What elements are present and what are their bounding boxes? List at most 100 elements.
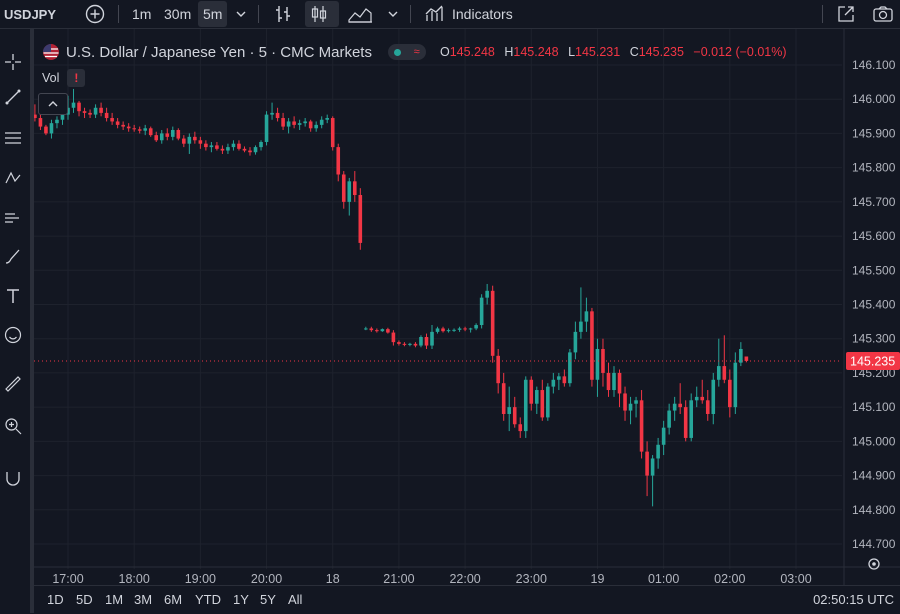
candle-body [341, 174, 346, 202]
fullscreen-icon[interactable] [836, 0, 856, 28]
candle-body [209, 145, 214, 148]
indicators-button[interactable]: Indicators [424, 0, 513, 28]
candle-body [518, 424, 523, 432]
symbol-search[interactable]: USDJPY [4, 0, 56, 28]
candle-body [82, 111, 87, 113]
candle-body [490, 290, 495, 356]
compare-add-icon[interactable] [84, 0, 106, 28]
candle-body [546, 386, 550, 418]
range-1d[interactable]: 1D [47, 592, 64, 607]
last-price-label: 145.235 [850, 354, 895, 368]
market-status-badge[interactable]: ≈ [387, 44, 426, 60]
toolbar-divider [822, 5, 823, 23]
candle-body [507, 407, 512, 414]
interval-dropdown-chevron-icon[interactable] [234, 0, 248, 28]
candle-body [573, 331, 578, 353]
range-5y[interactable]: 5Y [260, 592, 276, 607]
close-value: 145.235 [638, 45, 684, 59]
candle-body [435, 328, 440, 332]
candle-body [182, 138, 186, 144]
trend-line-icon[interactable] [0, 84, 26, 110]
candle-body [424, 337, 429, 346]
candle-body [623, 393, 627, 411]
candle-body [744, 356, 749, 361]
brush-icon[interactable] [0, 243, 26, 269]
x-tick-label: 17:00 [52, 572, 83, 585]
bar-chart-icon[interactable] [273, 0, 293, 28]
price-chart[interactable]: 146.100 146.000 145.900 145.800 145.700 145.6… [34, 29, 900, 585]
y-tick-label: 145.600 [852, 229, 896, 243]
candle-body [430, 331, 434, 346]
ruler-icon[interactable] [0, 371, 26, 397]
candle-body [242, 148, 247, 151]
candle-body [716, 366, 721, 380]
open-label: O [439, 45, 450, 59]
candle-body [590, 311, 594, 380]
candle-body [121, 124, 125, 127]
candle-body [523, 379, 528, 432]
interval-5m[interactable]: 5m [198, 1, 228, 27]
candle-body [733, 362, 738, 408]
forecast-icon[interactable] [0, 205, 26, 231]
interval-1m[interactable]: 1m [127, 0, 156, 28]
interval-30m[interactable]: 30m [159, 0, 196, 28]
range-3m[interactable]: 3M [134, 592, 152, 607]
collapse-legend-button[interactable] [38, 93, 68, 115]
candle-body [446, 330, 451, 332]
candle-body [579, 321, 583, 332]
crosshair-icon[interactable] [0, 49, 26, 75]
candle-body [463, 328, 467, 330]
range-ytd[interactable]: YTD [195, 592, 221, 607]
candle-body [270, 112, 274, 115]
range-1m[interactable]: 1M [105, 592, 123, 607]
camera-icon[interactable] [872, 0, 894, 28]
chart-pane[interactable]: 146.100 146.000 145.900 145.800 145.700 145.6… [34, 29, 900, 613]
x-tick-label: 01:00 [648, 572, 679, 585]
y-tick-label: 144.800 [852, 503, 896, 517]
y-tick-label: 146.000 [852, 92, 896, 106]
candles-chart-icon[interactable] [305, 1, 339, 27]
ohlc-values: O145.248 H145.248 L145.231 C145.235 −0.0… [440, 45, 787, 59]
magnet-icon[interactable] [0, 465, 26, 491]
text-tool-icon[interactable] [0, 283, 26, 309]
emoji-icon[interactable] [0, 322, 26, 348]
y-tick-label: 145.400 [852, 298, 896, 312]
candle-body [661, 427, 666, 445]
candle-body [617, 372, 622, 394]
x-tick-label: 18 [326, 572, 340, 585]
candle-body [226, 147, 230, 151]
range-5d[interactable]: 5D [76, 592, 93, 607]
high-value: 145.248 [513, 45, 559, 59]
volume-alert-icon[interactable]: ! [67, 69, 86, 87]
candle-body [375, 330, 379, 332]
us-flag-icon [43, 44, 59, 60]
range-6m[interactable]: 6M [164, 592, 182, 607]
candles [34, 88, 749, 507]
x-tick-label: 19:00 [185, 572, 216, 585]
chart-type-chevron-icon[interactable] [386, 0, 400, 28]
candle-body [187, 136, 192, 144]
volume-label: Vol [42, 71, 60, 85]
candle-body [330, 118, 335, 148]
range-1y[interactable]: 1Y [233, 592, 249, 607]
candle-body [380, 329, 385, 332]
low-value: 145.231 [575, 45, 621, 59]
candle-body [325, 118, 330, 120]
candle-body [259, 141, 263, 148]
candle-body [253, 147, 258, 153]
fib-lines-icon[interactable] [0, 125, 26, 151]
interval-label: 30m [164, 6, 192, 22]
candle-body [71, 102, 76, 108]
candle-body [231, 143, 236, 148]
x-tick-label: 18:00 [119, 572, 150, 585]
range-all[interactable]: All [288, 592, 302, 607]
utc-clock[interactable]: 02:50:15 UTC [813, 592, 894, 607]
bottom-toolbar: 1D 5D 1M 3M 6M YTD 1Y 5Y All 02:50:15 UT… [34, 585, 900, 614]
zoom-in-icon[interactable] [0, 413, 26, 439]
candle-body [44, 126, 48, 134]
area-chart-icon[interactable] [347, 0, 373, 28]
candle-body [678, 403, 682, 408]
pattern-icon[interactable] [0, 165, 26, 191]
indicators-icon [425, 5, 443, 21]
x-tick-label: 03:00 [780, 572, 811, 585]
